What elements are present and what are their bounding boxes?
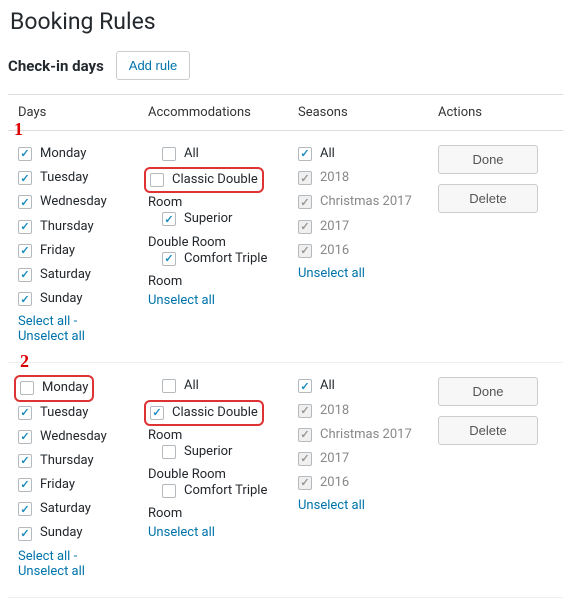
section-title: Check-in days — [8, 57, 104, 75]
day-checkbox[interactable] — [18, 147, 32, 161]
day-checkbox[interactable] — [18, 527, 32, 541]
season-label: 2018 — [320, 402, 349, 420]
annotation-2: 2 — [20, 351, 29, 372]
unselect-all-link[interactable]: Unselect all — [298, 498, 365, 513]
season-label: 2018 — [320, 169, 349, 187]
acc-label-cont: Room — [148, 195, 298, 210]
table-header: Days Accommodations Seasons Actions — [8, 94, 563, 131]
day-checkbox[interactable] — [18, 502, 32, 516]
select-all-link[interactable]: Select all — [18, 549, 70, 564]
day-checkbox[interactable] — [18, 430, 32, 444]
acc-label: Comfort Triple — [184, 482, 267, 500]
season-checkbox — [298, 195, 312, 209]
unselect-all-link[interactable]: Unselect all — [148, 525, 215, 540]
day-label: Saturday — [40, 266, 91, 284]
season-label: 2016 — [320, 474, 349, 492]
day-label: Friday — [40, 242, 75, 260]
col-header-days: Days — [8, 105, 148, 120]
day-label: Thursday — [40, 452, 94, 470]
acc-label-cont: Room — [148, 274, 298, 289]
acc-label-cont: Double Room — [148, 235, 298, 250]
unselect-all-link[interactable]: Unselect all — [148, 293, 215, 308]
unselect-all-link[interactable]: Unselect all — [18, 564, 85, 579]
highlight-box: Monday — [14, 375, 94, 401]
acc-checkbox[interactable] — [162, 212, 176, 226]
season-checkbox — [298, 476, 312, 490]
day-label: Wednesday — [40, 193, 107, 211]
add-rule-button[interactable]: Add rule — [116, 51, 190, 80]
acc-label: Classic Double — [172, 171, 258, 189]
season-checkbox — [298, 428, 312, 442]
acc-label: Superior — [184, 443, 232, 461]
season-checkbox — [298, 220, 312, 234]
day-label: Monday — [40, 145, 86, 163]
season-label: Christmas 2017 — [320, 426, 412, 444]
separator: - — [70, 549, 77, 564]
season-label: 2017 — [320, 450, 349, 468]
acc-label-cont: Room — [148, 506, 298, 521]
day-label: Wednesday — [40, 428, 107, 446]
acc-label: Comfort Triple — [184, 250, 267, 268]
acc-checkbox[interactable] — [162, 484, 176, 498]
day-label: Sunday — [40, 524, 83, 542]
day-checkbox[interactable] — [18, 406, 32, 420]
col-header-accommodations: Accommodations — [148, 105, 298, 120]
acc-label: Superior — [184, 210, 232, 228]
day-label: Tuesday — [40, 404, 88, 422]
separator: - — [70, 314, 77, 329]
unselect-all-link[interactable]: Unselect all — [298, 266, 365, 281]
delete-button[interactable]: Delete — [438, 416, 538, 445]
acc-checkbox[interactable] — [162, 445, 176, 459]
season-all-label: All — [320, 145, 335, 163]
season-checkbox — [298, 452, 312, 466]
delete-button[interactable]: Delete — [438, 184, 538, 213]
day-checkbox[interactable] — [18, 268, 32, 282]
acc-all-label: All — [184, 145, 199, 163]
day-checkbox[interactable] — [18, 292, 32, 306]
acc-all-checkbox[interactable] — [162, 379, 176, 393]
day-checkbox[interactable] — [20, 381, 34, 395]
acc-checkbox[interactable] — [162, 252, 176, 266]
season-checkbox — [298, 244, 312, 258]
day-checkbox[interactable] — [18, 220, 32, 234]
season-checkbox — [298, 404, 312, 418]
unselect-all-link[interactable]: Unselect all — [18, 329, 85, 344]
select-all-link[interactable]: Select all — [18, 314, 70, 329]
rule-row: 1 Monday Tuesday Wednesday Thursday Frid… — [8, 131, 563, 363]
day-checkbox[interactable] — [18, 244, 32, 258]
season-all-label: All — [320, 377, 335, 395]
season-all-checkbox[interactable] — [298, 379, 312, 393]
annotation-1: 1 — [14, 119, 23, 140]
day-checkbox[interactable] — [18, 478, 32, 492]
rule-row: 2 Monday Tuesday Wednesday Thursday Frid… — [8, 363, 563, 597]
day-checkbox[interactable] — [18, 171, 32, 185]
season-label: 2017 — [320, 218, 349, 236]
day-label: Friday — [40, 476, 75, 494]
page-title: Booking Rules — [10, 8, 563, 35]
day-label: Monday — [42, 379, 88, 397]
day-label: Sunday — [40, 290, 83, 308]
day-checkbox[interactable] — [18, 454, 32, 468]
done-button[interactable]: Done — [438, 145, 538, 174]
done-button[interactable]: Done — [438, 377, 538, 406]
day-label: Thursday — [40, 218, 94, 236]
day-label: Saturday — [40, 500, 91, 518]
acc-all-checkbox[interactable] — [162, 147, 176, 161]
col-header-actions: Actions — [438, 105, 538, 120]
acc-checkbox[interactable] — [150, 173, 164, 187]
season-label: 2016 — [320, 242, 349, 260]
acc-label-cont: Double Room — [148, 467, 298, 482]
acc-label: Classic Double — [172, 404, 258, 422]
highlight-box: Classic Double — [144, 167, 264, 193]
acc-all-label: All — [184, 377, 199, 395]
season-all-checkbox[interactable] — [298, 147, 312, 161]
season-label: Christmas 2017 — [320, 193, 412, 211]
day-checkbox[interactable] — [18, 195, 32, 209]
highlight-box: Classic Double — [144, 400, 264, 426]
season-checkbox — [298, 171, 312, 185]
acc-label-cont: Room — [148, 428, 298, 443]
col-header-seasons: Seasons — [298, 105, 438, 120]
day-label: Tuesday — [40, 169, 88, 187]
acc-checkbox[interactable] — [150, 406, 164, 420]
